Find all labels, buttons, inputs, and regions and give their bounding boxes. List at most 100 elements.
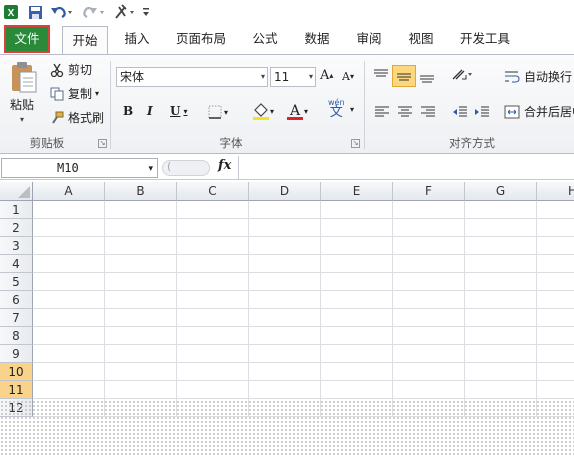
row-header-6[interactable]: 6	[0, 291, 33, 309]
column-header-b[interactable]: B	[105, 182, 177, 201]
save-icon[interactable]	[26, 3, 44, 21]
column-header-e[interactable]: E	[321, 182, 393, 201]
clipboard-launcher-icon[interactable]: ↘	[98, 139, 107, 148]
underline-button[interactable]: U ▾	[170, 104, 187, 118]
row-header-11[interactable]: 11	[0, 381, 33, 399]
grid-row-line	[33, 326, 574, 327]
name-box[interactable]: M10 ▾	[1, 158, 158, 178]
chevron-down-icon[interactable]: ▾	[350, 105, 354, 114]
wrap-text-label: 自动换行	[524, 70, 573, 84]
tools-icon[interactable]	[112, 3, 138, 21]
tab-file[interactable]: 文件	[4, 25, 50, 53]
chevron-down-icon[interactable]: ▾	[304, 107, 308, 116]
chevron-down-icon[interactable]: ▾	[261, 68, 265, 86]
copy-icon	[50, 87, 64, 100]
worksheet-grid[interactable]: ABCDEFGH 123456789101112	[0, 182, 574, 457]
align-top-button[interactable]	[372, 67, 390, 83]
column-header-d[interactable]: D	[249, 182, 321, 201]
grow-font-button[interactable]: A ▴	[320, 68, 333, 83]
font-color-button[interactable]: A ▾	[286, 101, 308, 121]
column-header-h[interactable]: H	[537, 182, 574, 201]
row-header-8[interactable]: 8	[0, 327, 33, 345]
tab-view[interactable]: 视图	[399, 24, 443, 54]
column-header-a[interactable]: A	[33, 182, 105, 201]
grid-row-line	[33, 218, 574, 219]
font-group-label: 字体	[219, 136, 243, 150]
font-color-letter: A	[289, 103, 301, 119]
grid-row-line	[33, 344, 574, 345]
align-center-button[interactable]	[397, 105, 413, 119]
select-all-corner[interactable]	[0, 182, 33, 201]
row-header-4[interactable]: 4	[0, 255, 33, 273]
bold-button[interactable]: B	[123, 104, 133, 118]
font-size-combo[interactable]: 11 ▾	[270, 67, 316, 87]
column-header-c[interactable]: C	[177, 182, 249, 201]
redo-icon[interactable]	[80, 3, 108, 21]
row-header-10[interactable]: 10	[0, 363, 33, 381]
cut-label: 剪切	[68, 63, 93, 77]
merge-center-button[interactable]: 合并后居中	[504, 103, 574, 120]
font-launcher-icon[interactable]: ↘	[351, 139, 360, 148]
tab-data[interactable]: 数据	[295, 24, 339, 54]
copy-dropdown-icon[interactable]: ▾	[95, 89, 99, 98]
paste-dropdown-icon[interactable]: ▾	[20, 115, 24, 124]
font-name-combo[interactable]: 宋体 ▾	[116, 67, 268, 87]
align-right-button[interactable]	[420, 105, 436, 119]
wrap-text-button[interactable]: 自动换行	[504, 68, 572, 85]
orientation-button[interactable]	[450, 67, 474, 83]
tab-review[interactable]: 审阅	[347, 24, 391, 54]
grid-row-line	[33, 362, 574, 363]
align-left-icon	[375, 106, 389, 117]
grid-column-line	[464, 201, 465, 417]
chevron-down-icon[interactable]: ▾	[309, 68, 313, 86]
group-separator	[110, 61, 111, 149]
paste-button[interactable]: 粘贴	[10, 96, 34, 113]
svg-text:X: X	[8, 8, 15, 19]
fill-color-button[interactable]: ▾	[252, 101, 274, 121]
tab-insert[interactable]: 插入	[115, 24, 159, 54]
align-left-button[interactable]	[374, 105, 390, 119]
align-middle-button[interactable]	[392, 65, 416, 87]
undo-icon[interactable]	[48, 3, 76, 21]
excel-logo-icon[interactable]: X	[2, 3, 20, 21]
copy-button[interactable]: 复制 ▾	[50, 85, 99, 102]
formula-input[interactable]	[242, 159, 572, 177]
alignment-group-label: 对齐方式	[449, 136, 495, 150]
tab-page-layout[interactable]: 页面布局	[167, 24, 235, 54]
row-header-5[interactable]: 5	[0, 273, 33, 291]
align-bottom-button[interactable]	[418, 67, 436, 83]
row-header-1[interactable]: 1	[0, 201, 33, 219]
paste-icon[interactable]	[6, 59, 42, 97]
grid-row-line	[33, 272, 574, 273]
tab-home[interactable]: 开始	[62, 26, 108, 55]
grid-row-line	[33, 290, 574, 291]
align-top-icon	[374, 69, 388, 77]
column-header-g[interactable]: G	[465, 182, 537, 201]
customize-icon[interactable]	[140, 3, 152, 21]
insert-function-button[interactable]: fx	[218, 158, 231, 173]
italic-button[interactable]: I	[147, 104, 153, 118]
decrease-indent-button[interactable]	[452, 105, 468, 119]
column-header-f[interactable]: F	[393, 182, 465, 201]
row-header-9[interactable]: 9	[0, 345, 33, 363]
ribbon-tabs: 文件 开始 插入 页面布局 公式 数据 审阅 视图 开发工具	[0, 24, 574, 55]
chevron-down-icon[interactable]: ▾	[270, 107, 274, 116]
shrink-font-button[interactable]: A ▾	[342, 70, 354, 83]
increase-indent-button[interactable]	[474, 105, 490, 119]
chevron-down-icon[interactable]: ▾	[183, 106, 187, 116]
name-box-value: M10	[57, 161, 79, 175]
borders-button[interactable]: ▾	[208, 105, 228, 119]
tab-formulas[interactable]: 公式	[243, 24, 287, 54]
cut-button[interactable]: 剪切	[50, 61, 92, 78]
row-header-7[interactable]: 7	[0, 309, 33, 327]
empty-sheet-area	[0, 400, 574, 457]
grid-row-line	[33, 254, 574, 255]
phonetic-button[interactable]: wén 文	[328, 98, 345, 119]
chevron-down-icon[interactable]: ▾	[148, 160, 153, 178]
row-header-3[interactable]: 3	[0, 237, 33, 255]
scissors-icon	[50, 63, 64, 77]
tab-developer[interactable]: 开发工具	[451, 24, 519, 54]
format-painter-button[interactable]: 格式刷	[50, 109, 104, 126]
chevron-down-icon[interactable]: ▾	[224, 108, 228, 117]
row-header-2[interactable]: 2	[0, 219, 33, 237]
